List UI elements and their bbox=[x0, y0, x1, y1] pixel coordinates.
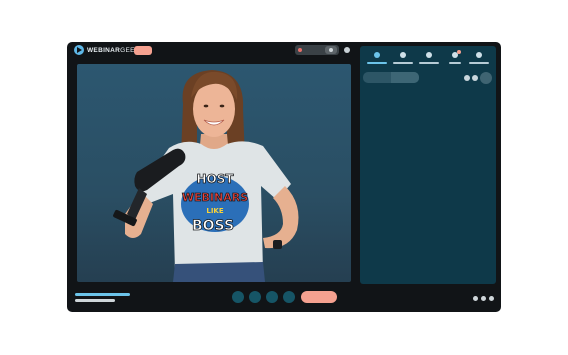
webinar-app-window: WEBINARGEEK HOST WEBINARS LIKE BOSS bbox=[67, 42, 501, 312]
tab-chat[interactable] bbox=[366, 50, 388, 68]
presenter-video: HOST WEBINARS LIKE BOSS bbox=[113, 70, 299, 282]
sort-icon[interactable] bbox=[472, 75, 478, 81]
tab-polls[interactable] bbox=[418, 50, 440, 68]
microphone-button[interactable] bbox=[232, 291, 244, 303]
leave-button[interactable] bbox=[301, 291, 337, 303]
audio-level-bar-secondary bbox=[75, 299, 115, 302]
video-stage: HOST WEBINARS LIKE BOSS bbox=[77, 64, 351, 282]
logo: WEBINARGEEK bbox=[74, 45, 139, 55]
shirt-word-like: LIKE bbox=[206, 207, 223, 215]
settings-button[interactable] bbox=[283, 291, 295, 303]
control-bar bbox=[67, 287, 501, 312]
segment-selected[interactable] bbox=[391, 72, 419, 83]
shirt-word-boss: BOSS bbox=[192, 218, 234, 234]
tab-attendees[interactable] bbox=[444, 50, 466, 68]
questions-icon bbox=[400, 52, 406, 58]
chat-icon bbox=[374, 52, 380, 58]
side-panel-tabs bbox=[360, 50, 496, 68]
shirt-word-webinars: WEBINARS bbox=[182, 191, 248, 204]
play-logo-icon bbox=[74, 45, 84, 55]
record-icon bbox=[298, 48, 302, 52]
tab-underline bbox=[469, 62, 489, 64]
tab-more[interactable] bbox=[468, 50, 490, 68]
add-icon[interactable] bbox=[480, 72, 492, 84]
camera-button[interactable] bbox=[249, 291, 261, 303]
segment-switch[interactable] bbox=[363, 72, 419, 83]
tab-underline bbox=[449, 62, 461, 64]
logo-text: WEBINARGEEK bbox=[87, 46, 140, 54]
tab-underline bbox=[393, 62, 413, 64]
shirt-word-host: HOST bbox=[196, 172, 234, 186]
tab-questions[interactable] bbox=[392, 50, 414, 68]
layout-icon[interactable] bbox=[473, 296, 478, 301]
more-options-icon[interactable] bbox=[489, 296, 494, 301]
fullscreen-icon[interactable] bbox=[481, 296, 486, 301]
polls-icon bbox=[426, 52, 432, 58]
audio-level-bar bbox=[75, 293, 130, 296]
tab-underline bbox=[419, 62, 439, 64]
settings-icon[interactable] bbox=[344, 47, 350, 53]
active-tab-indicator bbox=[367, 62, 387, 64]
recording-control[interactable] bbox=[295, 45, 339, 55]
notification-badge bbox=[457, 50, 461, 54]
screen-share-button[interactable] bbox=[266, 291, 278, 303]
filter-icon[interactable] bbox=[464, 75, 470, 81]
side-panel bbox=[360, 46, 496, 284]
live-badge[interactable] bbox=[134, 46, 152, 55]
more-icon bbox=[476, 52, 482, 58]
recording-toggle[interactable] bbox=[325, 46, 337, 54]
